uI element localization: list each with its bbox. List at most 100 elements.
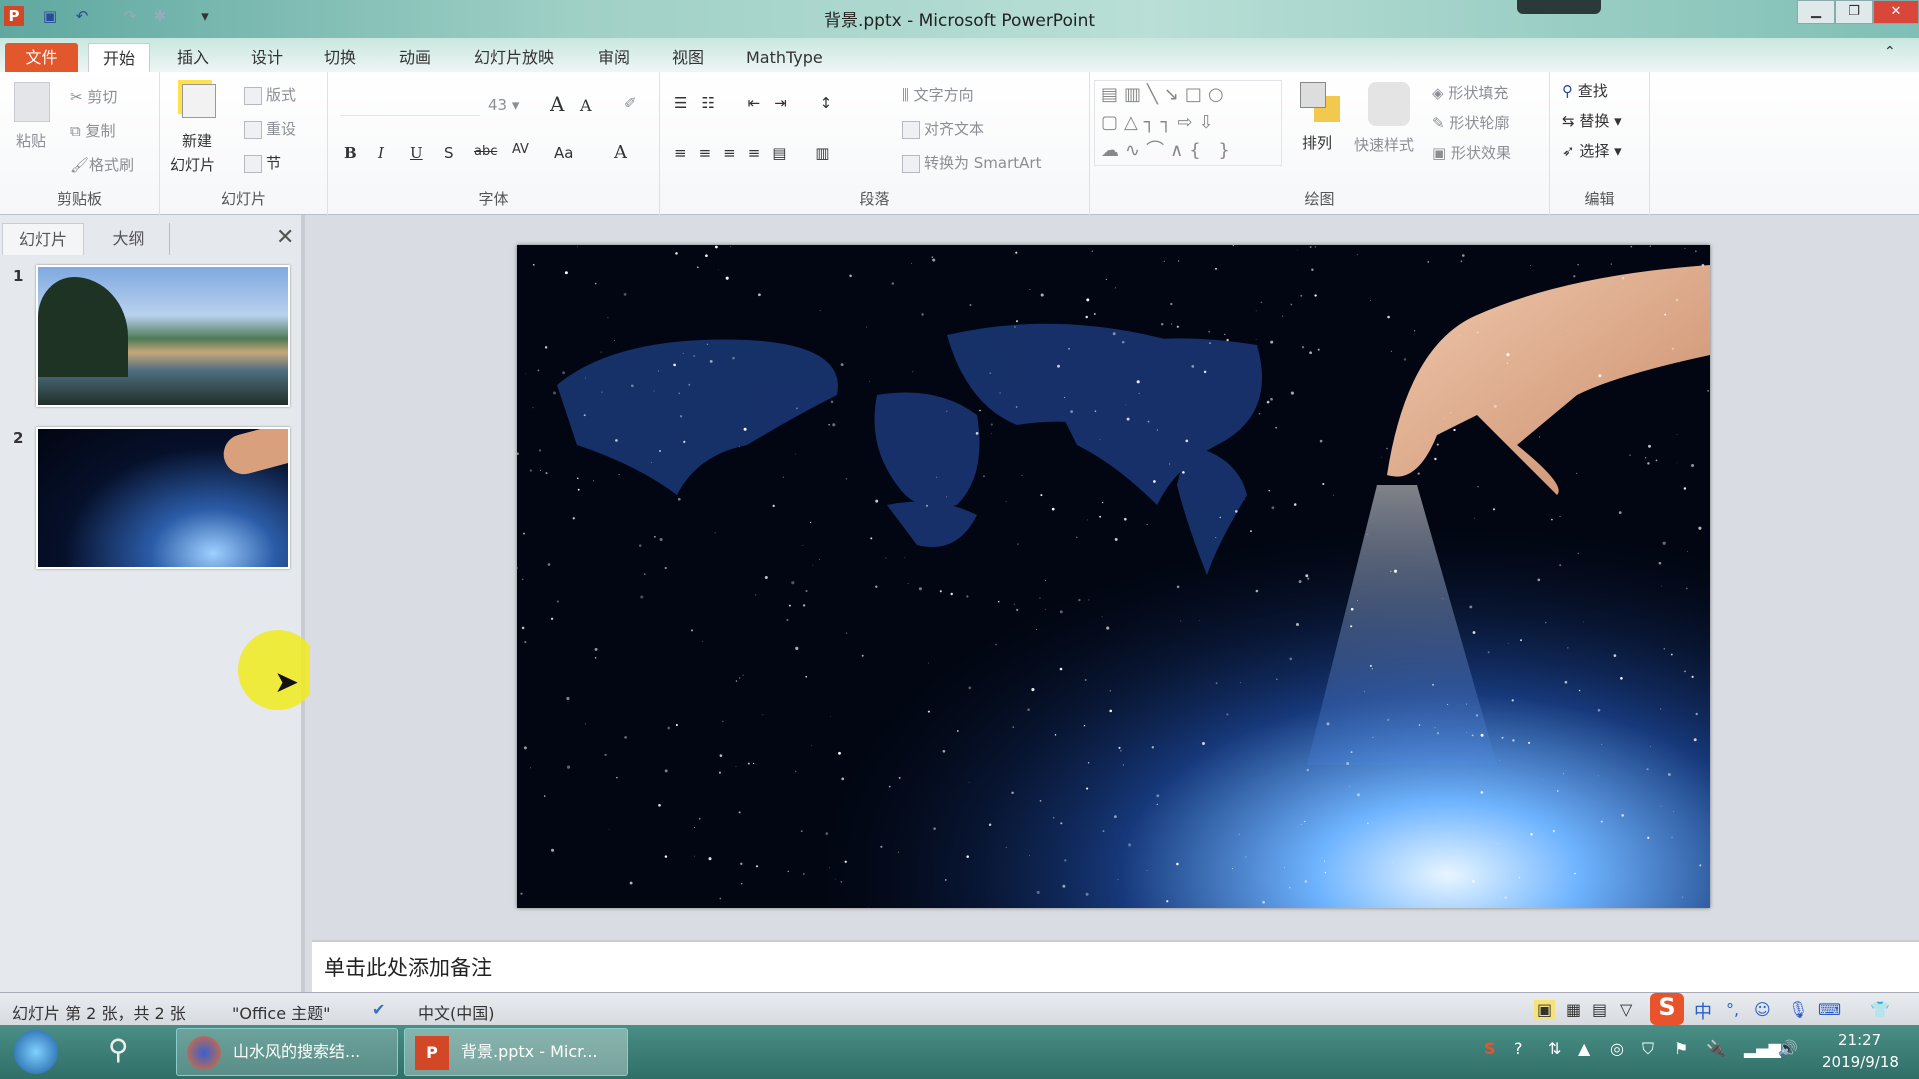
clock-time[interactable]: 21:27 <box>1838 1031 1881 1049</box>
shadow-button[interactable]: S <box>444 144 454 162</box>
shape-effects-button[interactable]: ▣ 形状效果 <box>1432 142 1511 163</box>
theme-name[interactable]: "Office 主题" <box>232 1000 331 1024</box>
ime-punct[interactable]: °, <box>1726 1000 1739 1019</box>
ime-mode[interactable]: 中 <box>1694 998 1712 1024</box>
copy-button[interactable]: ⧉ 复制 <box>70 120 116 141</box>
reset-button[interactable]: 重设 <box>244 118 296 139</box>
microphone-icon[interactable]: 🎙 <box>1788 1000 1808 1019</box>
font-color-button[interactable]: A <box>614 142 627 163</box>
star <box>650 462 652 463</box>
quick-styles-button[interactable]: 快速样式 <box>1354 134 1414 155</box>
normal-view-icon[interactable]: ▣ <box>1534 1000 1556 1019</box>
star <box>788 604 791 607</box>
pinned-app-icon[interactable]: ⚲ <box>108 1033 129 1066</box>
convert-smartart-button[interactable]: 转换为 SmartArt <box>902 152 1041 173</box>
tab-view[interactable]: 视图 <box>658 43 718 72</box>
emoji-icon[interactable]: ☺ <box>1754 1000 1771 1019</box>
star <box>1039 597 1041 599</box>
character-spacing-button[interactable]: AV <box>512 142 529 157</box>
tab-slides[interactable]: 幻灯片 <box>2 223 84 255</box>
slide-thumbnail-1[interactable] <box>36 265 290 407</box>
slide-sorter-icon[interactable]: ▦ <box>1566 1000 1581 1019</box>
star <box>1031 688 1035 692</box>
taskbar-item-firefox[interactable]: 山水风的搜索结... <box>176 1028 398 1076</box>
shape-outline-button[interactable]: ✎ 形状轮廓 <box>1432 112 1509 133</box>
star <box>1238 833 1240 835</box>
slide-thumbnail-2[interactable] <box>36 427 290 569</box>
shape-fill-button[interactable]: ◈ 形状填充 <box>1432 82 1508 103</box>
minimize-ribbon-icon[interactable]: ⌃ <box>1884 44 1896 60</box>
show-hidden-icons[interactable]: ▲ <box>1578 1039 1590 1058</box>
sogou-ime-icon[interactable]: S <box>1650 993 1684 1025</box>
star <box>1460 260 1463 263</box>
align-text-button[interactable]: 对齐文本 <box>902 118 984 139</box>
tab-transitions[interactable]: 切换 <box>310 43 370 72</box>
taskbar-item-powerpoint[interactable]: P 背景.pptx - Micr... <box>404 1028 628 1076</box>
close-button[interactable]: ✕ <box>1873 0 1919 24</box>
help-tray-icon[interactable]: ? <box>1514 1039 1523 1058</box>
tab-outline[interactable]: 大纲 <box>88 223 170 255</box>
skin-icon[interactable]: 👕 <box>1870 1000 1890 1019</box>
tab-insert[interactable]: 插入 <box>163 43 223 72</box>
font-name-dropdown[interactable] <box>340 92 480 116</box>
minimize-button[interactable]: ▁ <box>1797 0 1835 24</box>
text-direction-button[interactable]: ⫼ 文字方向 <box>902 84 974 105</box>
section-button[interactable]: 节 <box>244 152 281 173</box>
font-size-dropdown[interactable]: 43 ▾ <box>488 96 548 114</box>
reading-view-icon[interactable]: ▤ <box>1592 1000 1607 1019</box>
keyboard-icon[interactable]: ⌨ <box>1818 1000 1841 1019</box>
sogou-tray-icon[interactable]: S <box>1484 1039 1496 1058</box>
replace-button[interactable]: ⇆ 替换 ▾ <box>1562 110 1622 131</box>
start-button[interactable] <box>14 1030 58 1074</box>
grow-font-button[interactable]: A <box>550 92 564 116</box>
shapes-gallery[interactable]: ▤▥╲↘□○ ▢△┐┐⇨⇩ ☁∿⌒∧{ } <box>1094 80 1282 166</box>
close-panel-icon[interactable]: ✕ <box>276 225 294 250</box>
star <box>1646 768 1649 771</box>
new-slide-dropdown[interactable]: 幻灯片 <box>170 154 215 175</box>
shrink-font-button[interactable]: A <box>580 96 592 115</box>
screen-recorder-widget[interactable] <box>1517 0 1601 14</box>
restore-button[interactable]: ❐ <box>1835 0 1873 24</box>
star <box>1160 322 1164 326</box>
select-button[interactable]: ➶ 选择 ▾ <box>1562 140 1622 161</box>
tab-animations[interactable]: 动画 <box>385 43 445 72</box>
italic-button[interactable]: I <box>378 144 384 162</box>
format-painter-button[interactable]: 🖌格式刷 <box>70 154 134 175</box>
paste-button[interactable]: 粘贴 <box>16 130 46 151</box>
language[interactable]: 中文(中国) <box>418 1000 495 1024</box>
change-case-button[interactable]: Aa <box>554 144 573 162</box>
slideshow-icon[interactable]: ▽ <box>1620 1000 1632 1019</box>
security-tray-icon[interactable]: ◎ <box>1610 1039 1624 1058</box>
clear-format-icon[interactable]: ✐ <box>624 94 637 112</box>
star <box>551 848 554 852</box>
tab-home[interactable]: 开始 <box>88 43 151 72</box>
bold-button[interactable]: B <box>344 144 357 162</box>
notes-pane[interactable]: 单击此处添加备注 <box>312 940 1919 992</box>
power-icon[interactable]: 🔌 <box>1706 1039 1726 1058</box>
tab-design[interactable]: 设计 <box>237 43 297 72</box>
underline-button[interactable]: U <box>410 144 423 162</box>
volume-icon[interactable]: 🔊 <box>1778 1039 1798 1058</box>
spellcheck-icon[interactable]: ✔ <box>372 1000 385 1019</box>
shield-tray-icon[interactable]: ⛉ <box>1642 1039 1654 1059</box>
tab-review[interactable]: 审阅 <box>584 43 644 72</box>
list-buttons[interactable]: ☰☷ ⇤⇥ ↕ <box>674 94 846 112</box>
layout-button[interactable]: 版式 <box>244 84 296 105</box>
tab-file[interactable]: 文件 <box>5 43 78 72</box>
current-slide[interactable] <box>517 245 1710 908</box>
network-switch-icon[interactable]: ⇅ <box>1548 1039 1561 1058</box>
tab-mathtype[interactable]: MathType <box>732 43 837 72</box>
star <box>1466 703 1468 705</box>
find-button[interactable]: ⚲ 查找 <box>1562 80 1608 101</box>
action-center-icon[interactable]: ⚑ <box>1674 1039 1688 1058</box>
star <box>1661 585 1663 587</box>
star <box>1414 330 1416 332</box>
tab-slideshow[interactable]: 幻灯片放映 <box>460 43 568 72</box>
new-slide-button[interactable]: 新建 <box>182 130 212 151</box>
arrange-button[interactable]: 排列 <box>1302 132 1332 153</box>
clock-date[interactable]: 2019/9/18 <box>1822 1053 1899 1071</box>
strikethrough-button[interactable]: abc <box>474 144 497 159</box>
cut-button[interactable]: ✂ 剪切 <box>70 86 117 107</box>
alignment-buttons[interactable]: ≡≡≡≡▤ ▥ <box>674 144 841 162</box>
signal-icon[interactable]: ▂▄▆ <box>1744 1039 1781 1058</box>
